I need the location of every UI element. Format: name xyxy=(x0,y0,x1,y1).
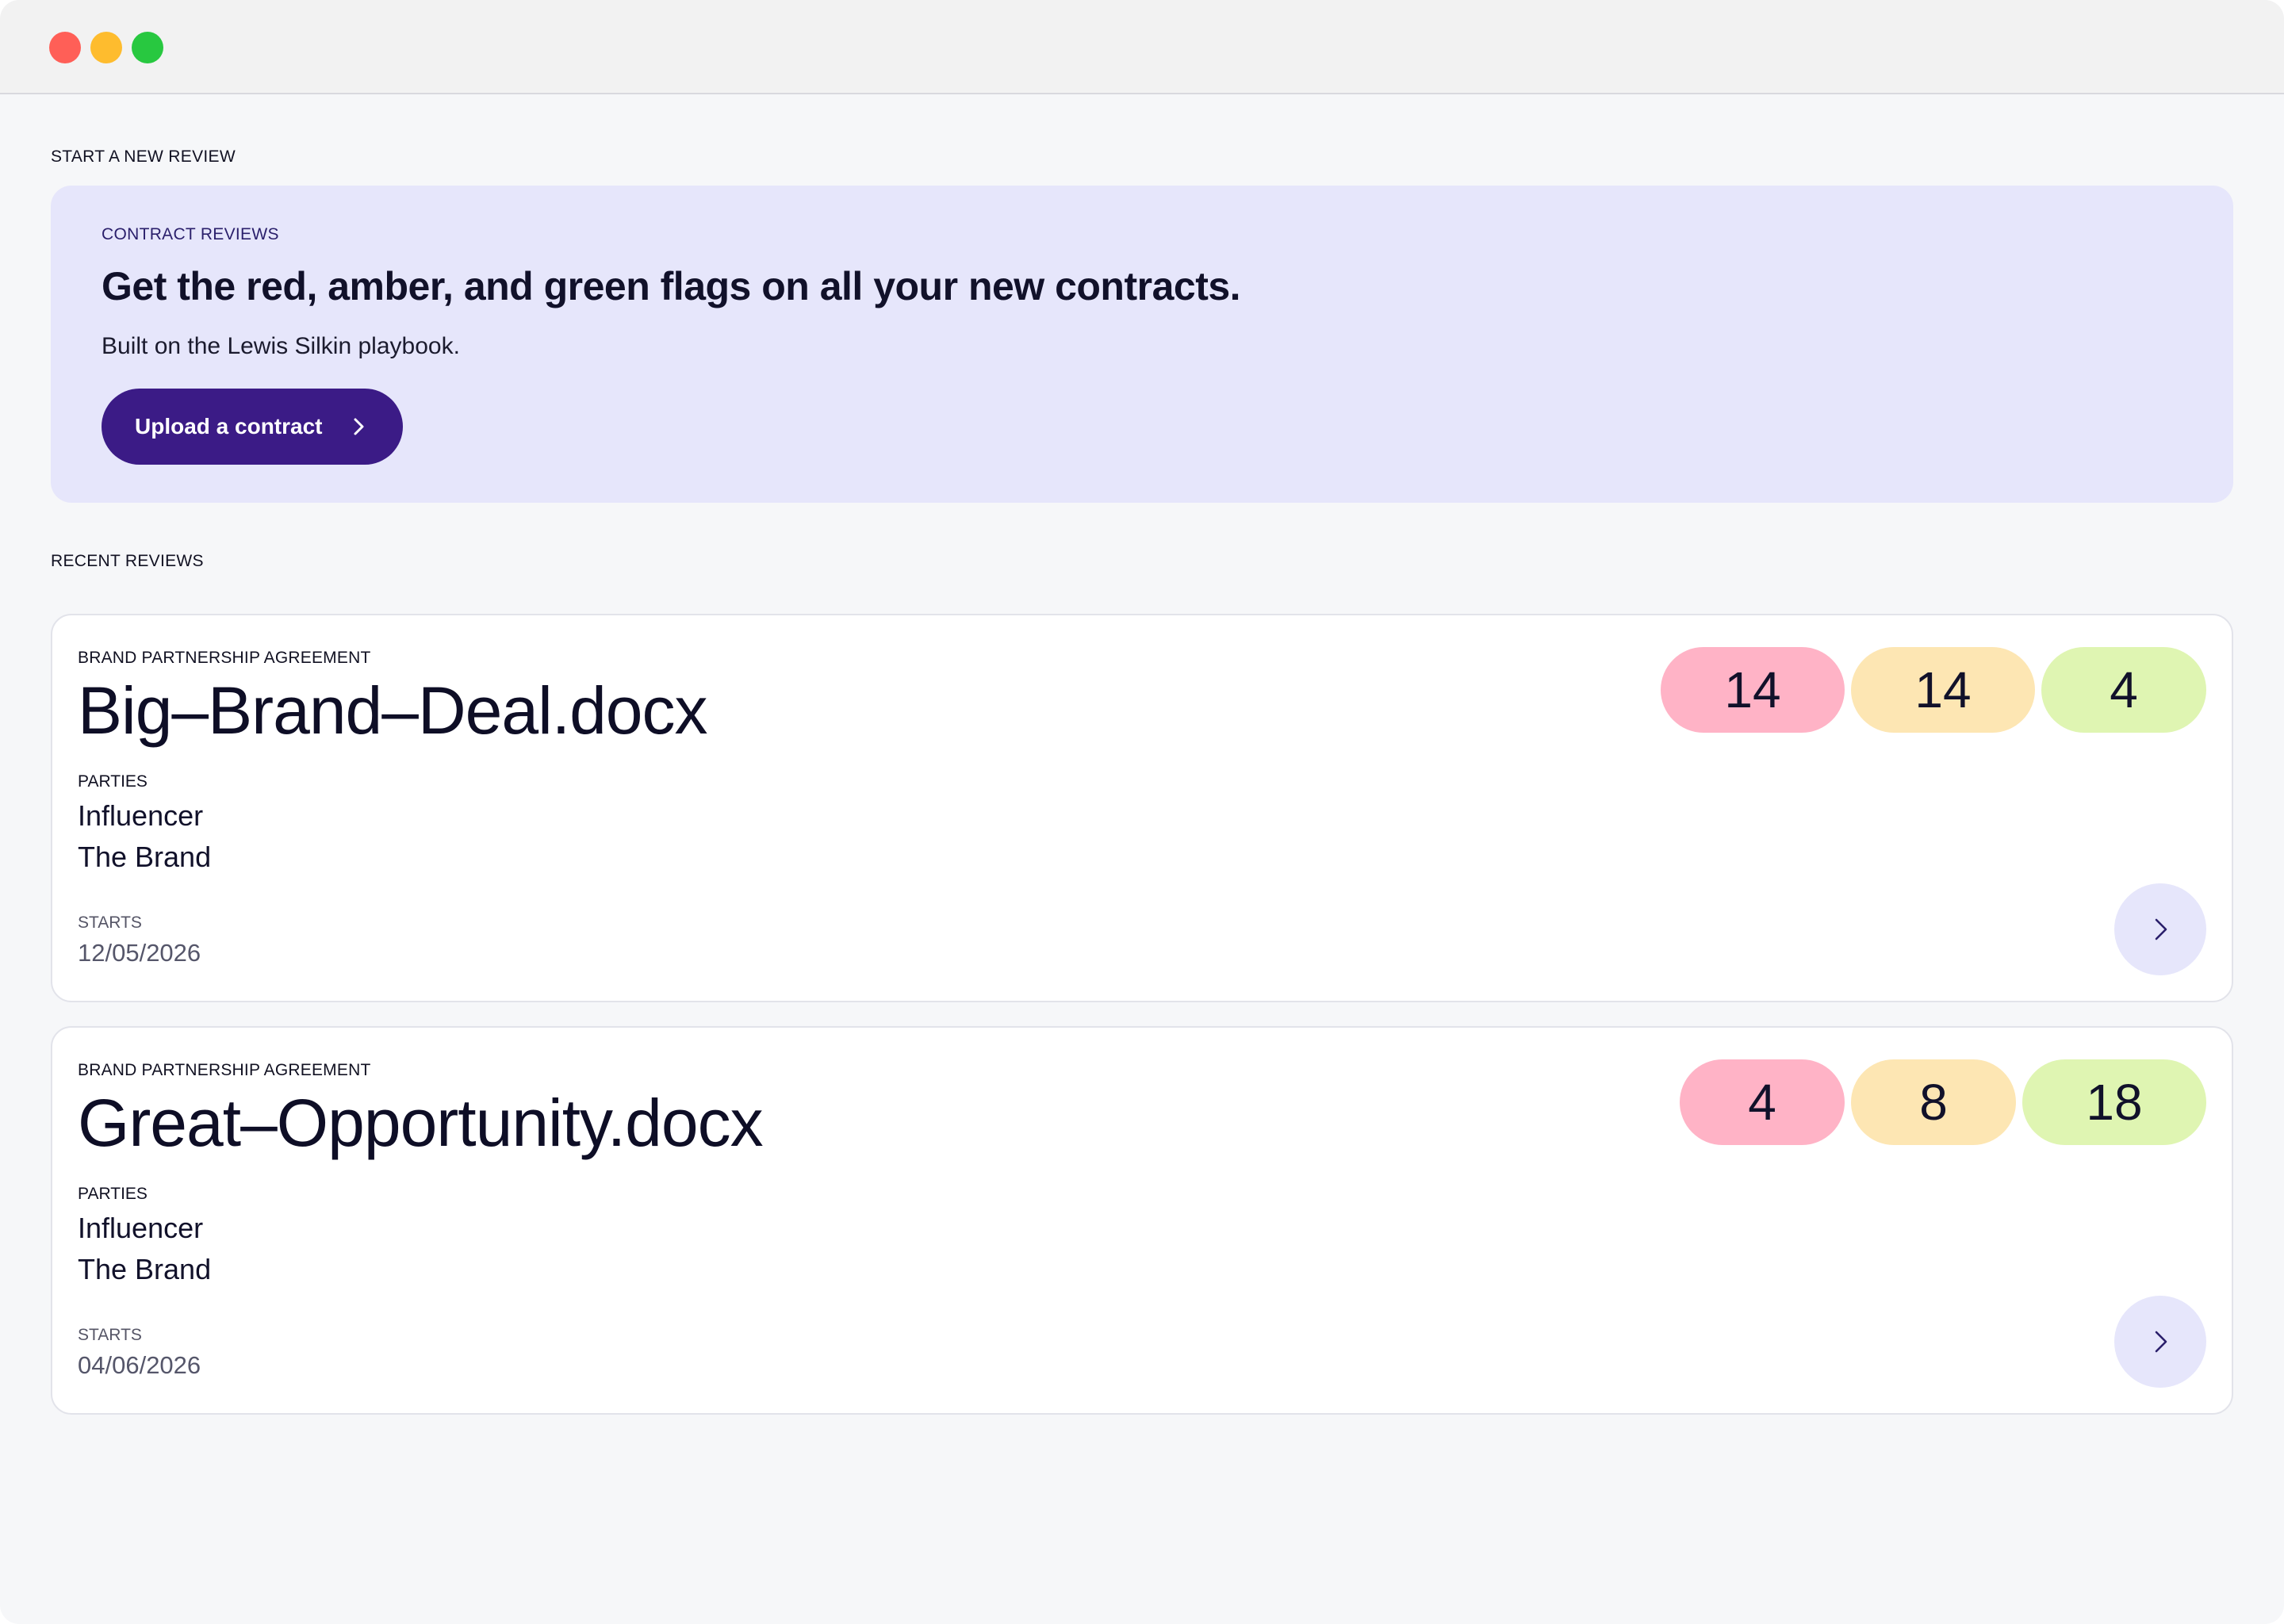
banner-subtitle: Built on the Lewis Silkin playbook. xyxy=(102,333,460,359)
open-review-button[interactable] xyxy=(2114,883,2206,975)
flag-counts: 4 8 18 xyxy=(1680,1059,2206,1145)
party-name: The Brand xyxy=(78,1253,212,1285)
chevron-right-icon xyxy=(2155,918,2167,940)
starts-label: STARTS xyxy=(78,1326,142,1344)
red-flag-count: 14 xyxy=(1661,647,1845,733)
chevron-right-icon xyxy=(354,418,364,435)
contract-reviews-banner: CONTRACT REVIEWS Get the red, amber, and… xyxy=(51,186,2233,503)
starts-label: STARTS xyxy=(78,914,142,932)
red-flag-count: 4 xyxy=(1680,1059,1845,1145)
flag-counts: 14 14 4 xyxy=(1661,647,2206,733)
new-review-section-label: START A NEW REVIEW xyxy=(51,147,236,166)
party-name: The Brand xyxy=(78,841,212,873)
app-window: START A NEW REVIEW CONTRACT REVIEWS Get … xyxy=(0,0,2284,1624)
party-name: Influencer xyxy=(78,799,204,832)
green-flag-count: 18 xyxy=(2022,1059,2206,1145)
review-card[interactable]: BRAND PARTNERSHIP AGREEMENT Big–Brand–De… xyxy=(51,614,2233,1002)
banner-eyebrow: CONTRACT REVIEWS xyxy=(102,225,279,243)
maximize-window-button[interactable] xyxy=(132,32,163,63)
minimize-window-button[interactable] xyxy=(90,32,122,63)
title-bar xyxy=(0,0,2284,94)
close-window-button[interactable] xyxy=(49,32,81,63)
review-card[interactable]: BRAND PARTNERSHIP AGREEMENT Great–Opport… xyxy=(51,1026,2233,1415)
start-date: 12/05/2026 xyxy=(78,939,201,967)
open-review-button[interactable] xyxy=(2114,1296,2206,1388)
parties-label: PARTIES xyxy=(78,772,148,791)
banner-title: Get the red, amber, and green flags on a… xyxy=(102,264,1241,308)
file-name: Big–Brand–Deal.docx xyxy=(78,673,708,748)
green-flag-count: 4 xyxy=(2041,647,2206,733)
party-name: Influencer xyxy=(78,1212,204,1244)
amber-flag-count: 8 xyxy=(1851,1059,2016,1145)
amber-flag-count: 14 xyxy=(1851,647,2035,733)
agreement-type: BRAND PARTNERSHIP AGREEMENT xyxy=(78,1061,371,1079)
chevron-right-icon xyxy=(2155,1331,2167,1353)
upload-contract-button[interactable]: Upload a contract xyxy=(102,389,403,465)
recent-reviews-section-label: RECENT REVIEWS xyxy=(51,552,204,570)
parties-label: PARTIES xyxy=(78,1185,148,1203)
start-date: 04/06/2026 xyxy=(78,1351,201,1379)
file-name: Great–Opportunity.docx xyxy=(78,1086,764,1160)
upload-contract-label: Upload a contract xyxy=(135,414,323,439)
agreement-type: BRAND PARTNERSHIP AGREEMENT xyxy=(78,649,371,667)
